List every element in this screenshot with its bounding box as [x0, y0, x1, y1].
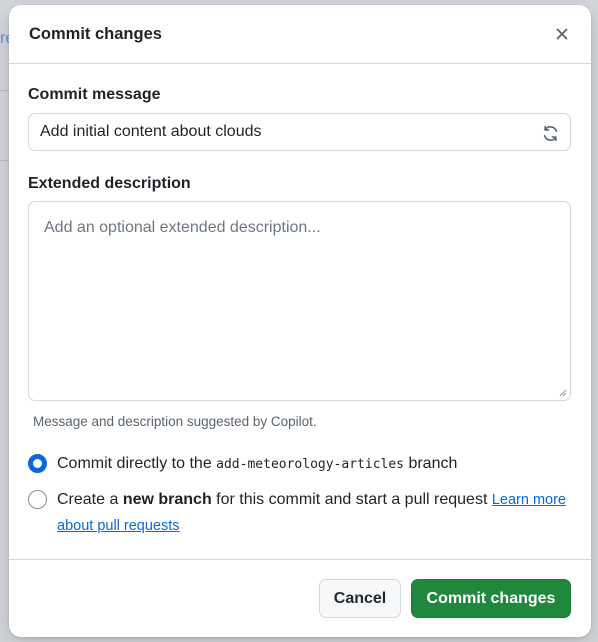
cancel-button[interactable]: Cancel — [319, 579, 401, 618]
commit-message-label: Commit message — [28, 86, 161, 103]
commit-message-input[interactable] — [29, 114, 570, 150]
dialog-body: Commit message Extended description Mess… — [9, 64, 591, 539]
copilot-suggestion-note: Message and description suggested by Cop… — [33, 414, 317, 429]
commit-message-field — [28, 113, 571, 151]
branch-name: add-meteorology-articles — [216, 457, 404, 472]
commit-direct-suffix: branch — [404, 455, 458, 472]
new-branch-text: Create a — [57, 491, 123, 508]
new-branch-emphasis: new branch — [122, 491, 212, 508]
branch-choice-group: Commit directly to the add-meteorology-a… — [28, 451, 571, 539]
new-branch-label: Create a new branch for this commit and … — [57, 487, 571, 539]
commit-changes-dialog: Commit changes Commit message Extended d… — [9, 5, 591, 637]
new-branch-suffix: for this commit and start a pull request — [211, 491, 492, 508]
extended-description-label: Extended description — [28, 175, 191, 192]
extended-description-textarea[interactable] — [29, 202, 570, 400]
close-button[interactable] — [547, 19, 577, 49]
x-icon — [556, 28, 568, 40]
dialog-footer: Cancel Commit changes — [9, 559, 591, 637]
extended-description-field — [28, 201, 571, 401]
commit-direct-text: Commit directly to the — [57, 455, 217, 472]
new-branch-radio[interactable] — [28, 490, 47, 509]
new-branch-option[interactable]: Create a new branch for this commit and … — [28, 487, 571, 539]
sync-icon — [543, 125, 557, 141]
commit-direct-radio[interactable] — [28, 454, 47, 473]
commit-direct-option[interactable]: Commit directly to the add-meteorology-a… — [28, 451, 571, 477]
regenerate-message-button[interactable] — [538, 121, 562, 145]
resize-handle-icon[interactable] — [558, 388, 567, 397]
commit-changes-button[interactable]: Commit changes — [411, 579, 571, 618]
dialog-title: Commit changes — [29, 24, 162, 43]
dialog-header: Commit changes — [9, 5, 591, 64]
commit-direct-label: Commit directly to the add-meteorology-a… — [57, 451, 571, 477]
